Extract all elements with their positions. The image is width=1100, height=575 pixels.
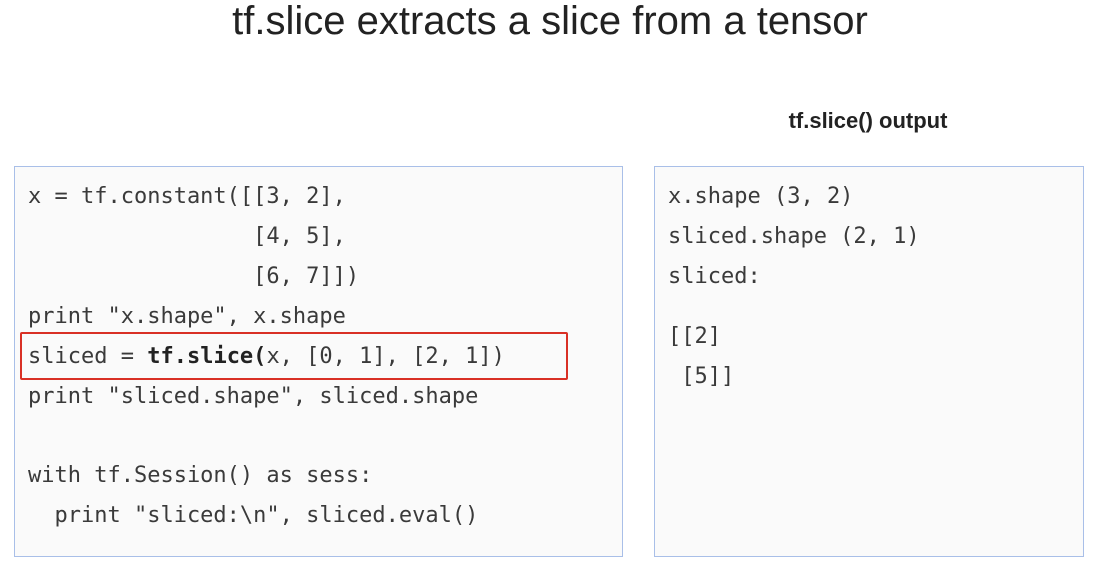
output-line: x.shape (3, 2) [668,184,854,209]
slide-title: tf.slice extracts a slice from a tensor [232,0,868,43]
code-line: print "sliced.shape", sliced.shape [28,384,479,409]
code-line: x = tf.constant([[3, 2], [28,184,346,209]
code-line: print "x.shape", x.shape [28,304,346,329]
code-line: [6, 7]]) [28,264,360,289]
code-line: [4, 5], [28,224,346,249]
output-heading: tf.slice() output [788,108,948,133]
output-line: sliced: [668,264,761,289]
output-line: sliced.shape (2, 1) [668,224,920,249]
output-line: [5]] [668,364,735,389]
code-line: with tf.Session() as sess: [28,463,373,488]
output-line: [[2] [668,324,721,349]
code-line: print "sliced:\n", sliced.eval() [28,503,479,528]
highlight-box [20,332,568,380]
